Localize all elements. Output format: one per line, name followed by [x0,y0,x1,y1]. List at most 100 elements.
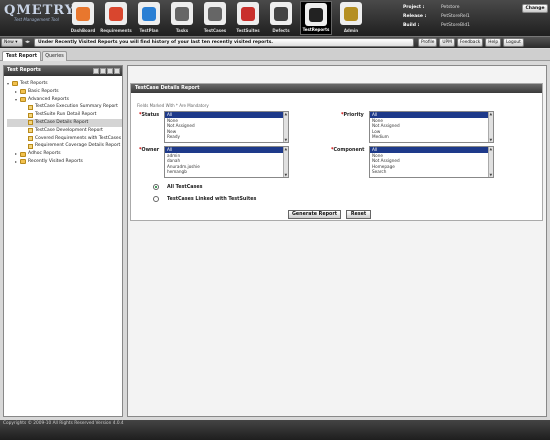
report-tree-panel: Test Reports ▾ Test Reports ▸ Basic Reports… [3,65,123,417]
profile-link[interactable]: Profile [418,38,438,47]
tree-item-label: Covered Requirements with TestCases [35,135,122,141]
nav-admin[interactable]: Admin [337,1,365,35]
report-content-panel: TestCase Details Report Fields Marked Wi… [127,65,547,417]
tree-item[interactable]: ▾ Test Reports [7,80,122,88]
project-info: Project : Petstore Release : PetStoreRel1 … [403,3,513,30]
nav-label: TestPlan [139,28,159,33]
component-listbox[interactable]: All None Not Assigned Homepage Search [369,146,494,178]
nav-testsuites[interactable]: TestSuites [234,1,262,35]
report-icon [28,143,33,149]
nav-label: Requirements [100,28,132,33]
tree-item[interactable]: ▸ Recently Visited Reports [7,158,122,166]
collapse-all-icon[interactable] [100,68,106,74]
nav-defects[interactable]: Defects [267,1,295,35]
tree-item[interactable]: TestCase Development Report [7,127,122,135]
footer: Copyrights © 2009-10 All Rights Reserved… [0,420,550,440]
feedback-link[interactable]: Feedback [456,38,484,47]
owner-option[interactable]: hemangb [165,169,288,175]
project-label: Project : [403,5,425,10]
change-project-button[interactable]: Change [522,4,548,13]
report-icon [28,112,33,118]
folder-icon [20,96,26,102]
tree-item[interactable]: TestCase Details Report [7,118,122,127]
tree-item[interactable]: TestCase Execution Summary Report [7,103,122,111]
build-value: PetStoreBld1 [441,23,471,28]
release-value: PetStoreRel1 [441,14,470,19]
nav-label: TestReports [302,27,330,32]
status-listbox[interactable]: All None Not Assigned New Ready [164,111,289,143]
tree-item-label: Advanced Reports [28,96,69,102]
priority-listbox[interactable]: All None Not Assigned Low Medium [369,111,494,143]
testreports-icon [305,3,327,26]
listbox-scrollbar[interactable] [488,112,493,142]
component-option[interactable]: Search [370,169,493,175]
qmetry-logo: QMETRY Test Management Tool [4,3,75,26]
top-header: QMETRY Test Management Tool DashBoard Req… [0,0,550,36]
help-link[interactable]: Help [485,38,502,47]
tab-queries[interactable]: Queries [42,51,67,61]
priority-label-text: Priority [343,113,364,118]
all-testcases-label: All TestCases [167,184,203,190]
listbox-scrollbar[interactable] [283,147,288,177]
owner-listbox[interactable]: All admin danah Anuradm.joshie hemangb [164,146,289,178]
status-label-text: Status [141,113,160,118]
owner-label-text: Owner [141,148,160,153]
tree-item[interactable]: TestSuite Run Detail Report [7,111,122,119]
status-option[interactable]: Ready [165,134,288,140]
report-tabs: Test Report Queries [0,49,550,61]
tree-item[interactable]: ▾ Advanced Reports [7,96,122,104]
requirements-icon [105,2,127,25]
nav-requirements[interactable]: Requirements [100,1,132,35]
report-icon [28,120,33,126]
nav-label: Admin [343,28,359,33]
dashboard-icon [72,2,94,25]
history-arrows[interactable]: ◂▸ [25,39,30,45]
tree-item-label: Basic Reports [28,88,59,94]
tree-item-label: TestSuite Run Detail Report [35,112,97,118]
brand-name: QMETRY [4,3,75,18]
priority-option[interactable]: Medium [370,134,493,140]
expand-all-icon[interactable] [93,68,99,74]
defects-icon [270,2,292,25]
linked-testcases-label: TestCases Linked with TestSuites [167,196,257,202]
linked-testcases-option[interactable]: TestCases Linked with TestSuites [153,196,256,202]
nav-dashboard[interactable]: DashBoard [69,1,97,35]
tree-item-label: TestCase Development Report [35,127,103,133]
nav-testplan[interactable]: TestPlan [135,1,163,35]
folder-icon [20,151,26,157]
tree-item-label: TestCase Execution Summary Report [35,104,118,110]
tree-panel-header: Test Reports [4,66,122,76]
refresh-icon[interactable] [107,68,113,74]
owner-label: *Owner [139,148,160,153]
nav-testcases[interactable]: TestCases [201,1,229,35]
all-testcases-option[interactable]: All TestCases [153,184,202,190]
listbox-scrollbar[interactable] [283,112,288,142]
nav-testreports[interactable]: TestReports [300,1,332,35]
nav-label: TestCases [203,28,227,33]
new-button[interactable]: New ▾ [1,38,23,47]
tree-item[interactable]: ▸ Basic Reports [7,88,122,96]
folder-icon [12,81,18,87]
tasks-icon [171,2,193,25]
logout-link[interactable]: Logout [503,38,524,47]
folder-icon [20,89,26,95]
info-message: Under Recently Visited Reports you will … [34,38,414,47]
minimize-panel-icon[interactable] [114,68,120,74]
generate-report-button[interactable]: Generate Report [288,210,341,219]
reset-button[interactable]: Reset [346,210,371,219]
tab-test-report[interactable]: Test Report [2,51,41,61]
tree-panel-title: Test Reports [7,68,41,73]
tree-item[interactable]: Covered Requirements with TestCases [7,135,122,143]
report-form: TestCase Details Report Fields Marked Wi… [130,83,543,221]
release-label: Release : [403,14,427,19]
listbox-scrollbar[interactable] [488,147,493,177]
report-title: TestCase Details Report [131,84,542,93]
component-label: *Component [331,148,365,153]
copyright-text: Copyrights © 2009-10 All Rights Reserved… [3,421,124,426]
upm-link[interactable]: UPM [439,38,455,47]
linked-testcases-radio[interactable] [153,196,159,202]
tree-item[interactable]: Requirement Coverage Details Report [7,142,122,150]
tree-item[interactable]: ▸ Adhoc Reports [7,150,122,158]
nav-tasks[interactable]: Tasks [168,1,196,35]
all-testcases-radio[interactable] [153,184,159,190]
